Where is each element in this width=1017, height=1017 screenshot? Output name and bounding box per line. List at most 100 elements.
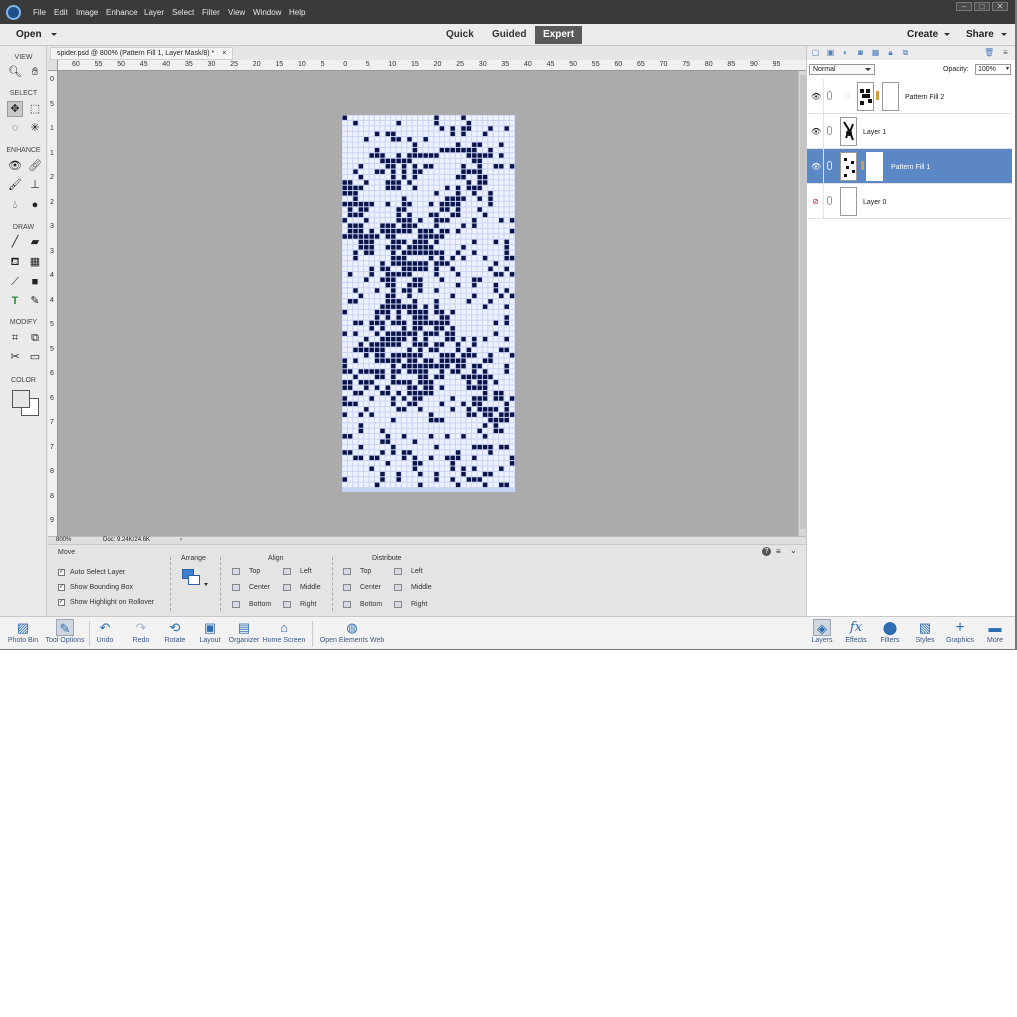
menu-layer[interactable]: Layer (144, 8, 164, 17)
minimize-icon[interactable]: – (956, 2, 972, 11)
distribute-right-button[interactable]: Right (411, 601, 427, 608)
pencil-tool-icon[interactable]: ✎ (27, 293, 43, 309)
foreground-color-swatch[interactable] (12, 390, 30, 408)
hand-tool-icon[interactable]: ✋︎ (27, 64, 43, 80)
organizer-button[interactable]: ▤ Organizer (228, 619, 260, 644)
layers-button[interactable]: ◈ Layers (809, 619, 835, 644)
close-icon[interactable]: ✕ (992, 2, 1008, 11)
document-image[interactable] (342, 115, 515, 492)
photo-bin-button[interactable]: ▨ Photo Bin (6, 619, 40, 644)
link-icon[interactable] (827, 196, 832, 205)
layer-name[interactable]: Layer 1 (863, 129, 886, 136)
align-top-icon[interactable] (232, 568, 240, 575)
layer-name[interactable]: Layer 0 (863, 199, 886, 206)
mode-expert[interactable]: Expert (535, 26, 583, 44)
shape-tool-icon[interactable]: ■ (27, 274, 43, 290)
type-tool-icon[interactable]: T (7, 293, 23, 309)
distribute-middle-button[interactable]: Middle (411, 584, 432, 591)
crop-tool-icon[interactable]: ⌗ (7, 330, 23, 346)
visibility-eye-icon[interactable]: 👁︎ (811, 127, 821, 136)
eyedropper-tool-icon[interactable]: ⟋ (7, 274, 23, 290)
align-top-button[interactable]: Top (249, 568, 260, 575)
layer-mask-thumbnail[interactable] (882, 82, 899, 111)
blur-tool-icon[interactable]: 💧︎ (7, 197, 23, 213)
align-bottom-button[interactable]: Bottom (249, 601, 271, 608)
layer-row-layer-1[interactable]: 👁︎ Layer 1 (807, 114, 1012, 149)
menu-help[interactable]: Help (289, 8, 305, 17)
arrange-dropdown-icon[interactable] (182, 569, 208, 589)
options-menu-icon[interactable]: ≡ (776, 547, 781, 556)
clone-stamp-tool-icon[interactable]: ⊥ (27, 177, 43, 193)
show-highlight-checkbox[interactable]: ✓ (58, 599, 65, 606)
zoom-tool-icon[interactable]: 🔍︎ (7, 64, 23, 80)
undo-button[interactable]: ↶ Undo (93, 619, 117, 644)
align-left-button[interactable]: Left (300, 568, 312, 575)
new-layer-icon[interactable]: ▢ (811, 48, 820, 57)
align-right-button[interactable]: Right (300, 601, 316, 608)
close-tab-icon[interactable]: × (222, 50, 226, 57)
redo-button[interactable]: ↷ Redo (129, 619, 153, 644)
visibility-eye-icon[interactable]: 👁︎ (811, 92, 821, 101)
distribute-left-icon[interactable] (394, 568, 402, 575)
create-button[interactable]: Create (907, 29, 938, 40)
align-right-icon[interactable] (283, 601, 291, 608)
distribute-top-icon[interactable] (343, 568, 351, 575)
align-center-icon[interactable] (232, 584, 240, 591)
align-bottom-icon[interactable] (232, 601, 240, 608)
rotate-button[interactable]: ⟲ Rotate (162, 619, 188, 644)
link-icon[interactable] (827, 161, 832, 170)
mode-guided[interactable]: Guided (492, 29, 526, 40)
layer-name[interactable]: Pattern Fill 2 (905, 94, 944, 101)
open-dropdown-icon[interactable] (51, 33, 57, 36)
gradient-tool-icon[interactable]: ▦ (27, 254, 43, 270)
panel-menu-icon[interactable]: ≡ (1001, 48, 1010, 57)
open-elements-web-button[interactable]: ◍ Open Elements Web (318, 619, 386, 644)
align-middle-button[interactable]: Middle (300, 584, 321, 591)
visibility-eye-icon[interactable]: 👁︎ (811, 162, 821, 171)
tool-options-button[interactable]: ✎ Tool Options (43, 619, 87, 644)
lock-transparent-icon[interactable]: ▦ (871, 48, 880, 57)
brush-tool-icon[interactable]: ╱ (7, 234, 23, 250)
straighten-tool-icon[interactable]: ▭ (27, 349, 43, 365)
menu-view[interactable]: View (228, 8, 245, 17)
share-dropdown-icon[interactable] (1001, 33, 1007, 36)
content-aware-move-icon[interactable]: ✂ (7, 349, 23, 365)
mask-link-icon[interactable] (861, 161, 864, 170)
mode-quick[interactable]: Quick (446, 29, 474, 40)
help-icon[interactable]: ? (762, 547, 771, 556)
align-left-icon[interactable] (283, 568, 291, 575)
link-icon[interactable] (827, 126, 832, 135)
blend-mode-select[interactable]: Normal (809, 64, 875, 75)
share-button[interactable]: Share (966, 29, 994, 40)
auto-select-layer-checkbox[interactable]: ✓ (58, 569, 65, 576)
collapse-options-icon[interactable]: ⌄ (790, 546, 797, 555)
spot-healing-tool-icon[interactable]: 🩹︎ (27, 158, 43, 174)
opacity-dropdown-icon[interactable]: ▾ (1006, 65, 1009, 74)
eraser-tool-icon[interactable]: ▰ (27, 234, 43, 250)
mask-link-icon[interactable] (876, 91, 879, 100)
more-button[interactable]: ▬ More (982, 619, 1008, 644)
recompose-tool-icon[interactable]: ⧉ (27, 330, 43, 346)
lock-all-icon[interactable]: 🔒︎ (886, 48, 895, 57)
menu-window[interactable]: Window (253, 8, 281, 17)
distribute-middle-icon[interactable] (394, 584, 402, 591)
layer-mask-icon[interactable]: ◙ (856, 48, 865, 57)
move-tool-icon[interactable]: ✥ (7, 101, 23, 117)
canvas-area[interactable]: 60 55 50 45 40 35 30 25 20 15 10 5 0 5 10 15 20 25 30 35 40 4… (48, 60, 806, 544)
effects-button[interactable]: fx Effects (843, 619, 869, 644)
status-menu-icon[interactable]: › (180, 537, 182, 543)
align-middle-icon[interactable] (283, 584, 291, 591)
distribute-left-button[interactable]: Left (411, 568, 423, 575)
styles-button[interactable]: ▧ Styles (912, 619, 938, 644)
visibility-hidden-icon[interactable]: ⊘ (811, 197, 820, 206)
distribute-center-button[interactable]: Center (360, 584, 381, 591)
create-dropdown-icon[interactable] (944, 33, 950, 36)
smart-brush-tool-icon[interactable]: 🖌︎ (7, 177, 23, 193)
menu-image[interactable]: Image (76, 8, 98, 17)
zoom-level[interactable]: 800% (56, 537, 71, 543)
magic-wand-tool-icon[interactable]: ✳ (27, 120, 43, 136)
layout-button[interactable]: ▣ Layout (197, 619, 223, 644)
link-layers-icon[interactable]: ⧉ (901, 48, 910, 57)
maximize-icon[interactable]: □ (974, 2, 990, 11)
menu-edit[interactable]: Edit (54, 8, 68, 17)
